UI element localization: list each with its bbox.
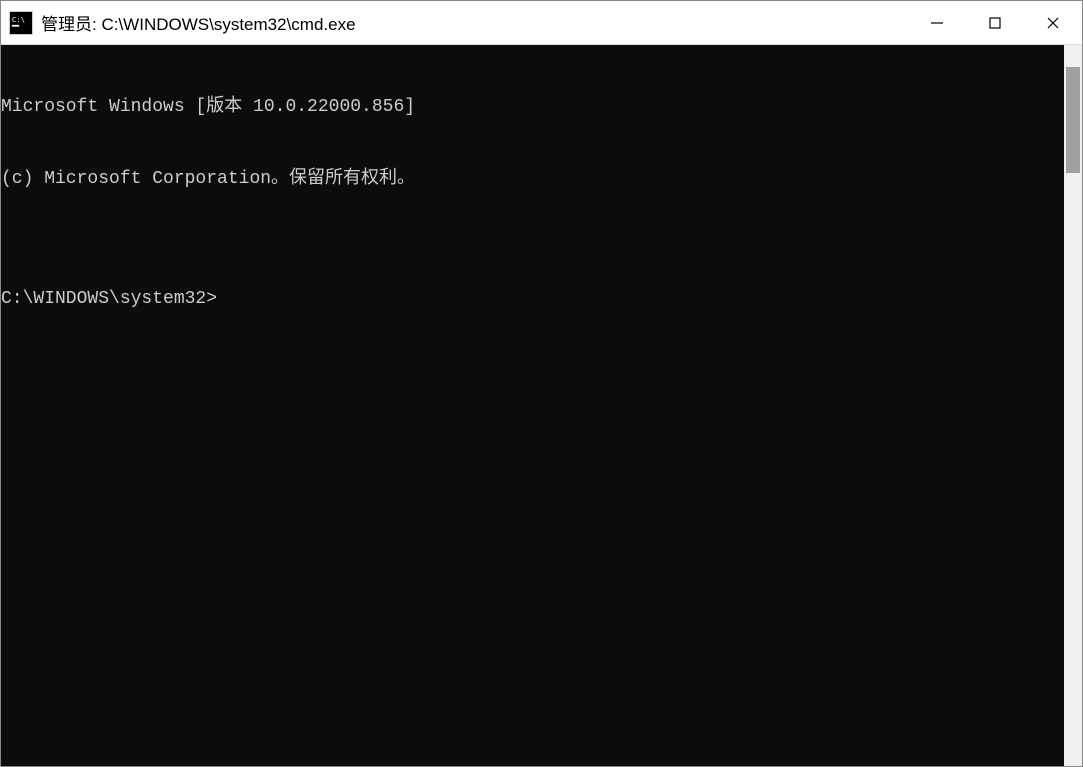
window-title: 管理员: C:\WINDOWS\system32\cmd.exe: [41, 10, 908, 35]
cmd-window: C:\ 管理员: C:\WINDOWS\system32\cmd.exe: [0, 0, 1083, 767]
minimize-icon: [930, 16, 944, 30]
titlebar[interactable]: C:\ 管理员: C:\WINDOWS\system32\cmd.exe: [1, 1, 1082, 45]
close-button[interactable]: [1024, 1, 1082, 45]
terminal-content[interactable]: Microsoft Windows [版本 10.0.22000.856] (c…: [1, 45, 1064, 766]
scrollbar-track[interactable]: [1064, 45, 1082, 766]
window-controls: [908, 1, 1082, 44]
terminal-output-line: Microsoft Windows [版本 10.0.22000.856]: [1, 95, 1064, 119]
svg-text:C:\: C:\: [12, 15, 25, 24]
terminal-cursor[interactable]: [217, 289, 227, 309]
maximize-icon: [988, 16, 1002, 30]
close-icon: [1046, 16, 1060, 30]
minimize-button[interactable]: [908, 1, 966, 45]
terminal-prompt: C:\WINDOWS\system32>: [1, 287, 217, 311]
cmd-icon: C:\: [9, 11, 33, 35]
terminal-area[interactable]: Microsoft Windows [版本 10.0.22000.856] (c…: [1, 45, 1082, 766]
terminal-prompt-line: C:\WINDOWS\system32>: [1, 287, 1064, 311]
scrollbar-thumb[interactable]: [1066, 67, 1080, 173]
maximize-button[interactable]: [966, 1, 1024, 45]
terminal-output-line: (c) Microsoft Corporation。保留所有权利。: [1, 167, 1064, 191]
